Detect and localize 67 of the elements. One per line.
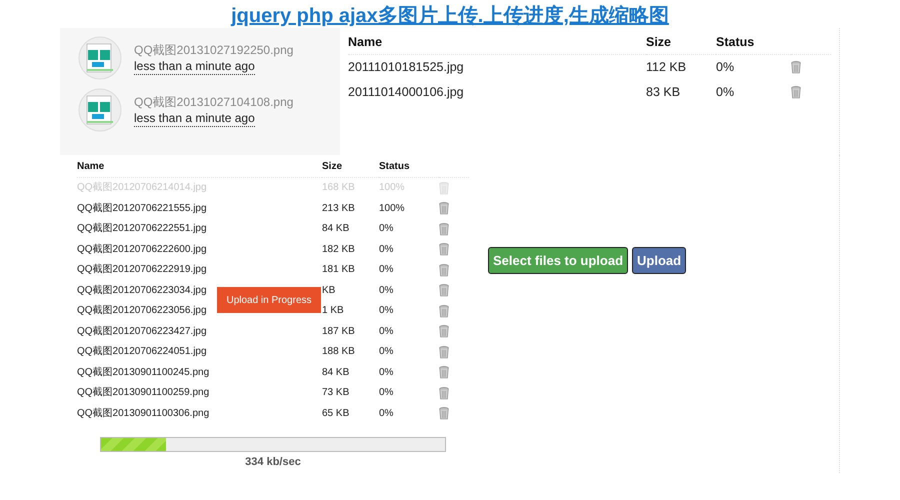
file-size: 1 KB bbox=[322, 304, 344, 318]
column-header: Name bbox=[348, 30, 646, 55]
upload-toast: Upload in Progress bbox=[217, 287, 321, 313]
upload-status: 0% bbox=[379, 242, 394, 256]
file-size: KB bbox=[322, 284, 336, 298]
file-name: 20111014000106.jpg bbox=[348, 84, 464, 101]
file-name: QQ截图20120706223034.jpg bbox=[77, 284, 207, 298]
trash-icon[interactable] bbox=[439, 264, 449, 277]
page-title[interactable]: jquery php ajax多图片上传.上传进度,生成缩略图 bbox=[231, 2, 669, 28]
file-name: QQ截图20130901100306.png bbox=[77, 406, 210, 420]
trash-icon[interactable] bbox=[439, 366, 449, 380]
upload-status: 0% bbox=[379, 406, 394, 420]
column-header: Status bbox=[716, 30, 791, 55]
column-header: Size bbox=[646, 30, 716, 55]
file-name: QQ截图20120706222600.jpg bbox=[77, 242, 207, 256]
file-size: 84 KB bbox=[322, 222, 350, 236]
trash-icon[interactable] bbox=[791, 86, 801, 99]
file-size: 213 KB bbox=[322, 202, 355, 216]
file-name: QQ截图20131027104108.png bbox=[134, 94, 294, 110]
trash-icon[interactable] bbox=[439, 243, 449, 256]
select-files-button[interactable]: Select files to upload bbox=[488, 247, 628, 274]
upload-speed: 334 kb/sec bbox=[245, 456, 301, 468]
trash-icon[interactable] bbox=[791, 61, 801, 74]
trash-icon[interactable] bbox=[439, 284, 449, 298]
file-size: 73 KB bbox=[322, 386, 350, 400]
file-name: QQ截图20120706221555.jpg bbox=[77, 202, 207, 216]
file-name: QQ截图20130901100259.png bbox=[77, 386, 210, 400]
file-name: QQ截图20131027192250.png bbox=[134, 42, 294, 58]
upload-status: 0% bbox=[379, 324, 394, 338]
file-name: QQ截图20130901100245.png bbox=[77, 366, 210, 380]
upload-button[interactable]: Upload bbox=[632, 247, 686, 274]
column-header: Name bbox=[77, 155, 322, 178]
file-size: 83 KB bbox=[646, 84, 680, 101]
column-header: Size bbox=[322, 155, 379, 178]
file-name: QQ截图20120706223427.jpg bbox=[77, 324, 207, 338]
file-size: 182 KB bbox=[322, 242, 355, 256]
file-size: 84 KB bbox=[322, 366, 350, 380]
file-size: 65 KB bbox=[322, 406, 350, 420]
upload-status: 0% bbox=[716, 59, 734, 76]
file-name: 20111010181525.jpg bbox=[348, 59, 464, 76]
file-size: 181 KB bbox=[322, 263, 355, 277]
trash-icon[interactable] bbox=[439, 346, 449, 359]
file-name: QQ截图20120706223056.jpg bbox=[77, 304, 207, 318]
upload-status: 0% bbox=[716, 84, 734, 101]
upload-status: 0% bbox=[379, 366, 394, 380]
upload-time: less than a minute ago bbox=[134, 110, 255, 126]
file-size: 187 KB bbox=[322, 324, 355, 338]
trash-icon[interactable] bbox=[439, 325, 449, 338]
upload-status: 0% bbox=[379, 263, 394, 277]
upload-status: 100% bbox=[379, 202, 405, 216]
file-size: 112 KB bbox=[646, 59, 686, 76]
trash-icon[interactable] bbox=[439, 222, 449, 236]
trash-icon[interactable] bbox=[439, 304, 449, 318]
file-name: QQ截图20120706224051.jpg bbox=[77, 344, 207, 359]
upload-status: 0% bbox=[379, 304, 394, 318]
upload-status: 0% bbox=[379, 345, 394, 359]
upload-time: less than a minute ago bbox=[134, 58, 255, 74]
file-name: QQ截图20120706222551.jpg bbox=[77, 222, 207, 236]
file-name: QQ截图20120706222919.jpg bbox=[77, 262, 207, 277]
trash-icon[interactable] bbox=[439, 202, 449, 216]
file-size: 188 KB bbox=[322, 345, 355, 359]
trash-icon[interactable] bbox=[439, 386, 449, 400]
upload-status: 0% bbox=[379, 386, 394, 400]
column-header: Status bbox=[379, 155, 439, 178]
trash-icon[interactable] bbox=[439, 407, 449, 420]
upload-status: 0% bbox=[379, 284, 394, 298]
upload-status: 0% bbox=[379, 222, 394, 236]
